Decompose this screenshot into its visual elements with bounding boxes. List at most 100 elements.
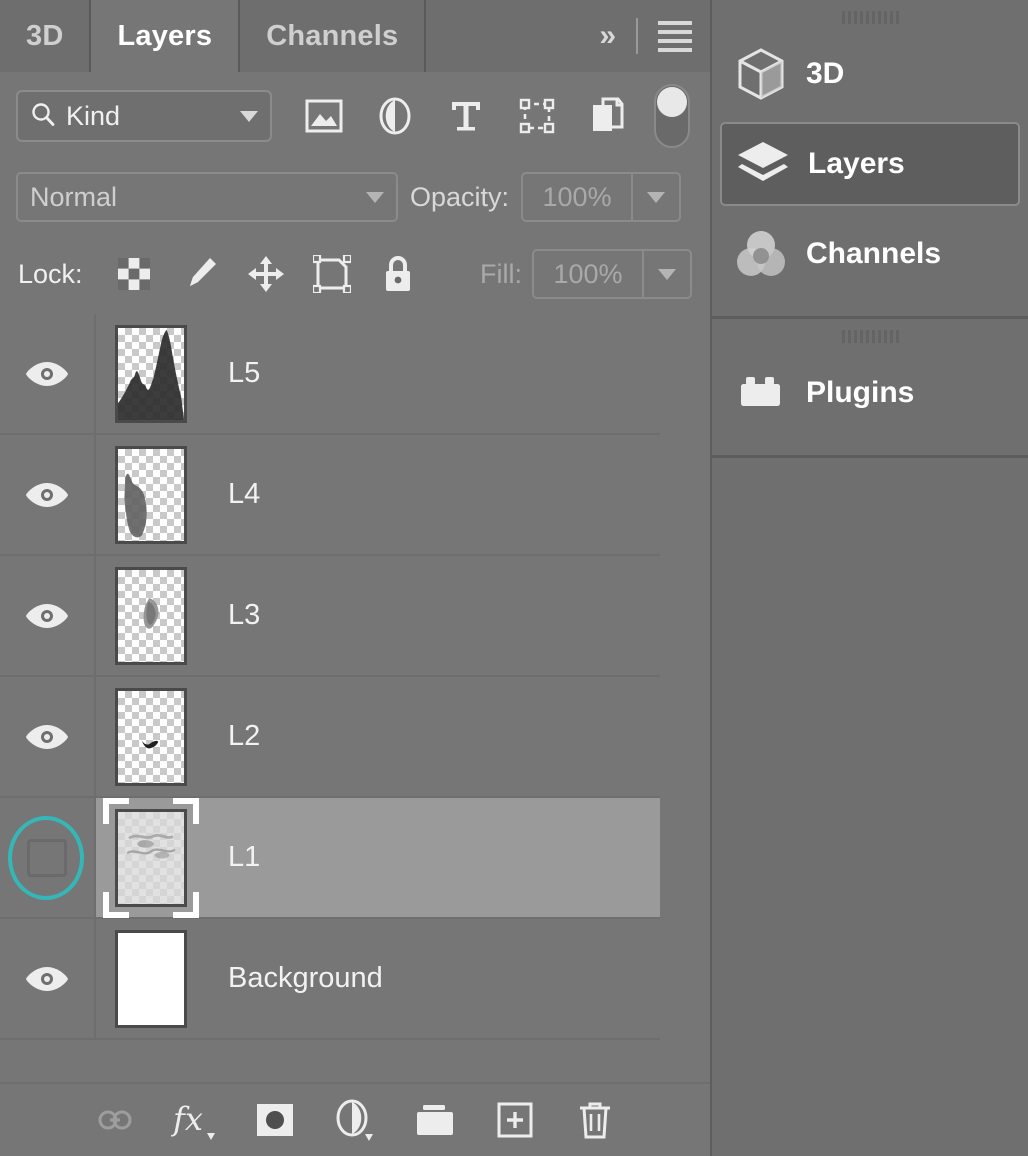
layer-name[interactable]: L3 [206,599,260,632]
eye-icon [26,724,68,749]
blend-mode-dropdown[interactable]: Normal [16,172,398,222]
cube-3d-icon [734,47,788,101]
layer-visibility-toggle[interactable] [0,314,96,433]
new-adjustment-layer-icon[interactable] [315,1089,395,1151]
fill-value[interactable]: 100% [534,251,642,297]
lock-row: Lock: Fill: 100% [0,234,710,314]
opacity-field[interactable]: 100% [521,172,682,222]
layer-styles-fx-icon[interactable]: fx [155,1089,235,1151]
table-row[interactable]: L1 [0,797,660,919]
layer-thumbnail-cell[interactable] [96,929,206,1028]
layers-panel: 3D Layers Channels » Kind Normal Opacity… [0,0,710,1156]
fill-label: Fill: [480,258,522,289]
photoshop-layers-panel-screen: 3D Layers Channels » Kind Normal Opacity… [0,0,1028,1156]
eye-icon [26,603,68,628]
tab-3d[interactable]: 3D [0,0,90,72]
filter-pixel-layers-icon[interactable] [288,87,359,145]
layer-name[interactable]: L2 [206,720,260,753]
tab-bar-controls: » [599,18,710,54]
layer-thumbnail [115,445,187,544]
delete-layer-icon[interactable] [555,1089,635,1151]
chevron-down-icon[interactable] [366,191,384,203]
fill-stepper-chevron-icon[interactable] [642,251,690,297]
dock-empty-area [712,458,1028,1148]
tab-bar-filler: » [424,0,710,72]
dock-group-plugins: Plugins [712,319,1028,458]
layers-bottom-toolbar: fx [0,1082,710,1156]
layer-thumbnail-cell[interactable] [96,797,206,918]
chevron-down-icon[interactable] [240,110,259,122]
dock-item-plugins[interactable]: Plugins [720,351,1020,435]
table-row[interactable]: L3 [0,556,660,677]
layer-visibility-toggle[interactable] [0,677,96,796]
dock-drag-handle[interactable] [712,319,1028,345]
dock-item-3d-label: 3D [806,57,845,90]
filter-enable-toggle[interactable] [653,84,690,148]
layer-visibility-toggle[interactable] [0,919,96,1038]
new-layer-icon[interactable] [475,1089,555,1151]
filter-smart-object-layers-icon[interactable] [572,87,643,145]
new-group-icon[interactable] [395,1089,475,1151]
lock-artboard-nesting-icon[interactable] [299,246,365,302]
layer-visibility-toggle[interactable] [0,435,96,554]
layer-name[interactable]: L1 [206,841,260,874]
blend-mode-row: Normal Opacity: 100% [0,160,710,234]
lock-position-icon[interactable] [233,246,299,302]
layer-thumbnail-cell[interactable] [96,324,206,423]
layer-name[interactable]: L4 [206,478,260,511]
filter-kind-label: Kind [66,100,121,131]
toggle-knob [656,87,687,117]
dock-item-layers[interactable]: Layers [720,122,1020,206]
layer-list-scrollbar[interactable] [660,314,710,1044]
layer-filter-row: Kind [0,72,710,160]
tab-layers-label: Layers [117,19,213,52]
filter-type-buttons [288,87,643,145]
lock-image-pixels-icon[interactable] [167,246,233,302]
layer-visibility-toggle[interactable] [0,556,96,675]
tab-channels[interactable]: Channels [238,0,425,72]
table-row[interactable]: L2 [0,677,660,798]
layer-thumbnail [115,687,187,786]
dock-group-panels: 3D Layers Channels [712,0,1028,319]
layer-list: L5 L4 L3 L2 L1 Background [0,314,660,1044]
tab-layers[interactable]: Layers [89,0,239,72]
layer-thumbnail-cell[interactable] [96,445,206,544]
add-layer-mask-icon[interactable] [235,1089,315,1151]
channels-circles-icon [734,227,788,281]
lock-all-icon[interactable] [365,246,431,302]
eye-icon [26,966,68,991]
opacity-value[interactable]: 100% [523,174,631,220]
link-layers-icon[interactable] [75,1089,155,1151]
layer-thumbnail [115,929,187,1028]
blend-mode-value: Normal [30,181,118,212]
layer-name[interactable]: L5 [206,357,260,390]
table-row[interactable]: L5 [0,314,660,435]
opacity-stepper-chevron-icon[interactable] [631,174,679,220]
filter-enable-toggle-wrap [649,84,694,148]
lock-label: Lock: [18,258,83,289]
hamburger-menu-icon[interactable] [658,20,692,52]
dock-item-3d[interactable]: 3D [720,32,1020,116]
overflow-chevron-icon[interactable]: » [599,21,616,51]
dock-item-plugins-label: Plugins [806,376,915,409]
tab-channels-label: Channels [266,19,399,52]
filter-type-layers-icon[interactable] [430,87,501,145]
table-row[interactable]: L4 [0,435,660,556]
table-row[interactable]: Background [0,919,660,1040]
dock-item-channels[interactable]: Channels [720,212,1020,296]
filter-kind-dropdown[interactable]: Kind [16,90,273,142]
highlight-annotation-circle [8,815,84,900]
dock-drag-handle[interactable] [712,0,1028,26]
layer-thumbnail-cell[interactable] [96,566,206,665]
lock-buttons [101,246,431,302]
layer-thumbnail-cell[interactable] [96,687,206,786]
lock-transparent-pixels-icon[interactable] [101,246,167,302]
layer-visibility-toggle[interactable] [0,798,96,917]
filter-shape-layers-icon[interactable] [501,87,572,145]
dock-item-channels-label: Channels [806,237,942,270]
filter-adjustment-layers-icon[interactable] [359,87,430,145]
layer-name[interactable]: Background [206,962,383,995]
fill-field[interactable]: 100% [532,249,692,299]
tab-3d-label: 3D [26,19,64,52]
layer-list-container: L5 L4 L3 L2 L1 Background [0,314,710,1044]
